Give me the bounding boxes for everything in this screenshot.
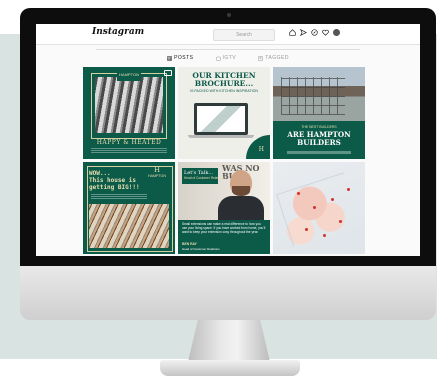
tabs-divider	[96, 49, 360, 50]
imac-monitor: Instagram Search POSTS IGTV TAGGED HAMPT…	[20, 8, 436, 320]
post-subtitle: IS PACKED WITH KITCHEN INSPIRATION	[190, 89, 258, 93]
brand-mark: H	[258, 146, 264, 153]
nav-icons	[289, 29, 340, 36]
post-title: OUR KITCHEN BROCHURE...	[192, 71, 256, 88]
screen-bezel: Instagram Search POSTS IGTV TAGGED HAMPT…	[20, 8, 436, 266]
tv-icon	[215, 56, 221, 61]
fine-print	[287, 151, 351, 154]
map-pin	[347, 188, 350, 191]
fine-print	[91, 194, 147, 199]
tab-igtv[interactable]: IGTV	[215, 52, 237, 64]
map-pin	[331, 198, 334, 201]
explore-icon[interactable]	[311, 29, 318, 36]
tab-tagged-label: TAGGED	[265, 55, 289, 61]
heart-icon[interactable]	[322, 29, 329, 36]
instagram-profile-screen: Instagram Search POSTS IGTV TAGGED HAMPT…	[36, 24, 420, 256]
grid-icon	[167, 55, 172, 61]
map-pin	[313, 206, 316, 209]
profile-tabs: POSTS IGTV TAGGED	[36, 52, 420, 64]
person-body	[218, 196, 264, 222]
post-role: Head of Customer Relations	[184, 176, 225, 180]
map-pin	[339, 220, 342, 223]
author-name: BEN RAY	[182, 242, 197, 246]
roof-photo	[89, 204, 169, 248]
post-body: Small extensions can make a real differe…	[182, 222, 266, 234]
brand-mark: H	[153, 166, 161, 174]
monitor-stand	[188, 320, 270, 362]
search-input[interactable]: Search	[213, 29, 275, 41]
brand-name: HAMPTON	[148, 174, 166, 178]
post-title: ARE HAMPTON BUILDERS	[287, 130, 351, 147]
fine-print	[91, 148, 167, 154]
monitor-base	[160, 360, 300, 376]
post-caption: HAPPY & HEATED	[96, 139, 162, 146]
post-hampton-builders[interactable]: THE BEST BUILDERS ARE HAMPTON BUILDERS	[273, 67, 365, 159]
video-icon	[164, 70, 172, 76]
direct-message-icon[interactable]	[300, 29, 307, 36]
map-pin	[297, 192, 300, 195]
scaffolding	[281, 77, 345, 115]
post-happy-heated[interactable]: HAMPTON HAPPY & HEATED	[83, 67, 175, 159]
instagram-top-bar: Instagram Search	[36, 24, 420, 45]
home-icon[interactable]	[289, 29, 296, 36]
person-beard	[232, 186, 250, 196]
tab-igtv-label: IGTV	[222, 55, 237, 61]
instagram-logo[interactable]: Instagram	[92, 27, 144, 37]
laptop-screen	[197, 106, 245, 132]
tab-tagged[interactable]: TAGGED	[258, 52, 289, 64]
post-lets-talk[interactable]: WAS NO BUI Let's Talk... Head of Custome…	[178, 162, 270, 254]
brand-badge: HAMPTON	[117, 69, 141, 81]
post-headline: WOW... This house is getting BIG!!!	[89, 170, 140, 191]
tab-posts-label: POSTS	[174, 55, 194, 61]
post-frame	[91, 73, 167, 139]
post-subtitle: THE BEST BUILDERS	[301, 125, 337, 129]
tag-icon	[258, 55, 263, 61]
post-kitchen-brochure[interactable]: OUR KITCHEN BROCHURE... IS PACKED WITH KI…	[178, 67, 270, 159]
monitor-chin	[20, 266, 436, 320]
tab-posts[interactable]: POSTS	[167, 52, 193, 64]
post-map[interactable]	[273, 162, 365, 254]
post-house-getting-big[interactable]: WOW... This house is getting BIG!!! H HAMP…	[83, 162, 175, 254]
author-role: Head of Customer Relations	[182, 247, 220, 251]
camera-dot	[227, 13, 231, 17]
avatar[interactable]	[333, 29, 340, 36]
laptop-base	[188, 135, 254, 138]
map-pin	[305, 228, 308, 231]
map-pin	[323, 234, 326, 237]
posts-grid: HAMPTON HAPPY & HEATED OUR KITCHEN BROCHU…	[83, 67, 365, 256]
